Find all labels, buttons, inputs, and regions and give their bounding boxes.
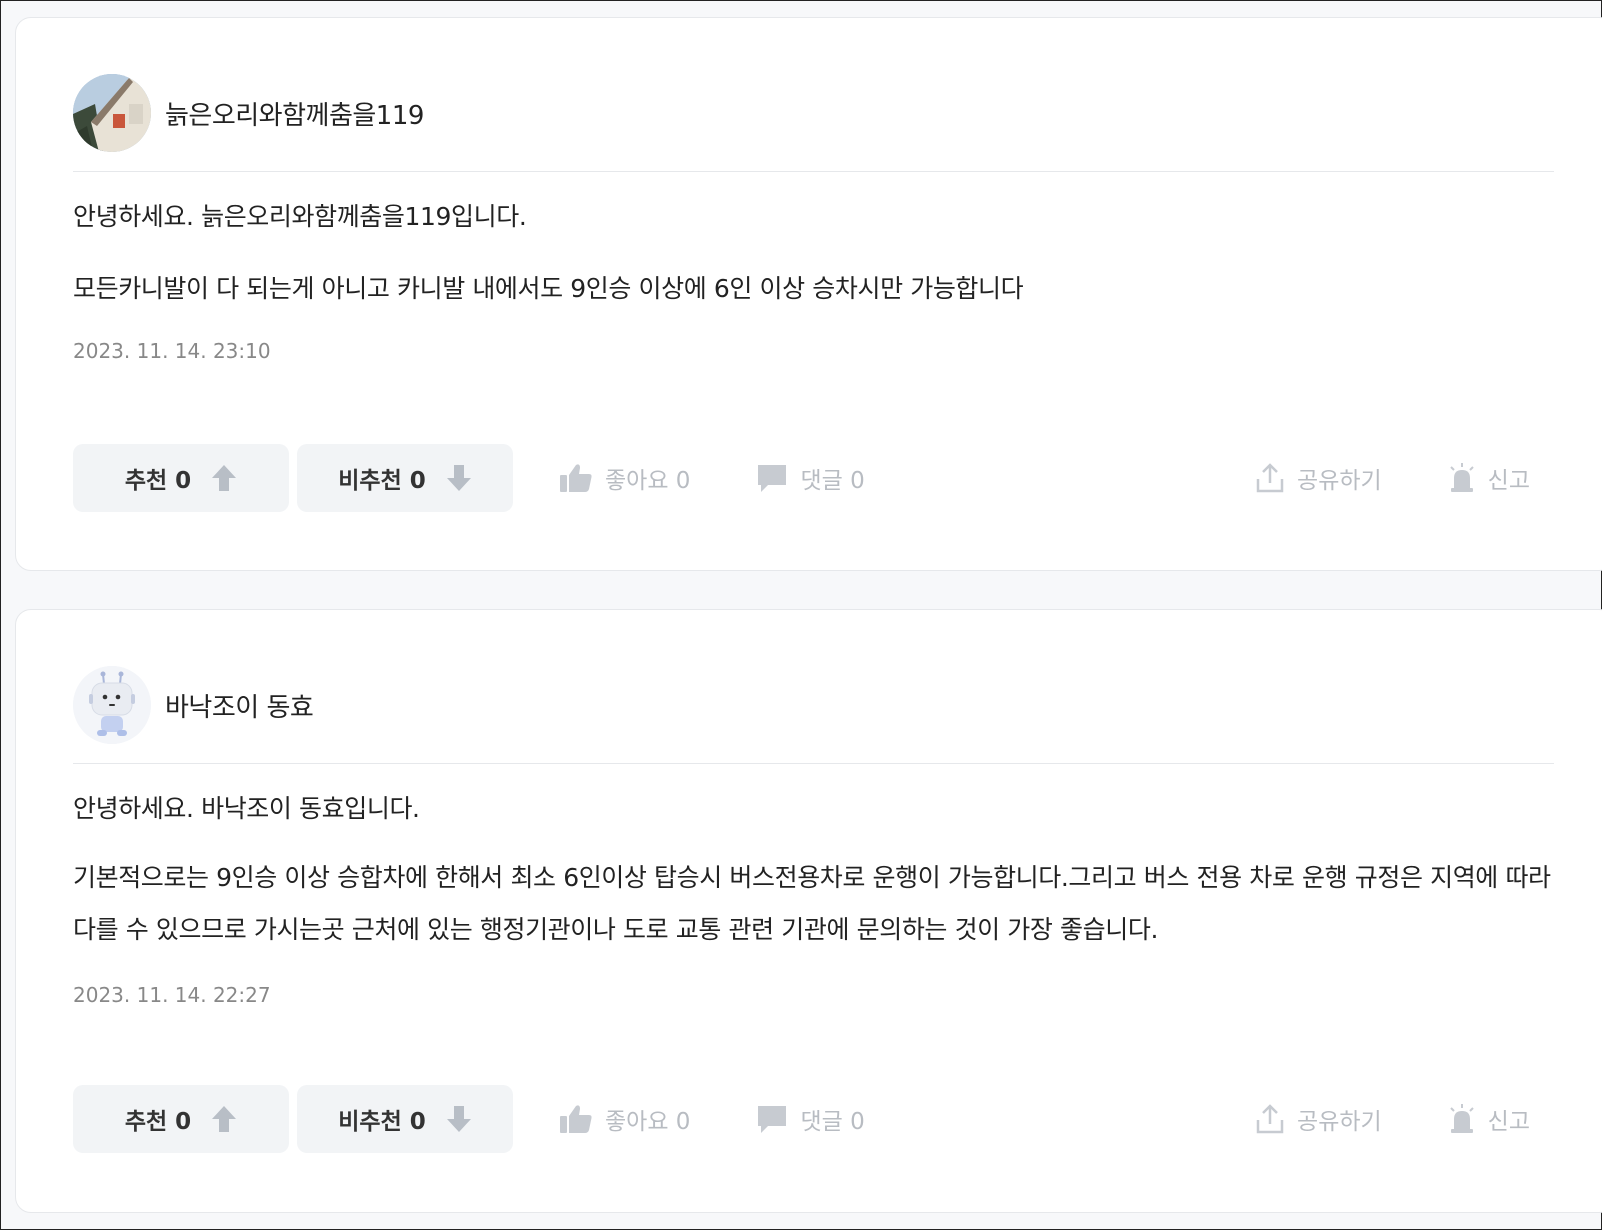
profile-photo-house-icon bbox=[73, 74, 151, 152]
avatar[interactable] bbox=[73, 74, 151, 152]
author-name[interactable]: 바낙조이 동효 bbox=[165, 687, 314, 724]
like-button[interactable]: 좋아요 0 bbox=[559, 1102, 690, 1136]
answer-body: 안녕하세요. 늙은오리와함께춤을119입니다. 모든카니발이 다 되는게 아니고… bbox=[73, 196, 1554, 372]
answer-paragraph: 안녕하세요. 늙은오리와함께춤을119입니다. bbox=[73, 202, 527, 231]
share-label: 공유하기 bbox=[1297, 468, 1382, 494]
report-label: 신고 bbox=[1487, 1109, 1530, 1135]
share-button[interactable]: 공유하기 bbox=[1255, 461, 1382, 495]
not-recommend-label: 비추천 0 bbox=[338, 468, 426, 494]
divider bbox=[73, 171, 1554, 172]
comment-icon bbox=[756, 1104, 788, 1134]
not-recommend-label: 비추천 0 bbox=[338, 1109, 426, 1135]
arrow-down-icon bbox=[446, 464, 472, 492]
author-info[interactable]: 바낙조이 동효 bbox=[73, 666, 314, 744]
share-icon bbox=[1255, 1104, 1285, 1134]
like-label: 좋아요 0 bbox=[605, 1109, 691, 1135]
author-name[interactable]: 늙은오리와함께춤을119 bbox=[165, 95, 424, 132]
comment-label: 댓글 0 bbox=[800, 1109, 865, 1135]
answer-timestamp: 2023. 11. 14. 22:27 bbox=[73, 983, 271, 1007]
share-button[interactable]: 공유하기 bbox=[1255, 1102, 1382, 1136]
report-label: 신고 bbox=[1487, 468, 1530, 494]
answer-paragraph: 기본적으로는 9인승 이상 승합차에 한해서 최소 6인이상 탑승시 버스전용차… bbox=[73, 863, 1551, 944]
thumbs-up-icon bbox=[559, 463, 593, 493]
not-recommend-button[interactable]: 비추천 0 bbox=[297, 1085, 513, 1153]
recommend-button[interactable]: 추천 0 bbox=[73, 1085, 289, 1153]
not-recommend-button[interactable]: 비추천 0 bbox=[297, 444, 513, 512]
comment-label: 댓글 0 bbox=[800, 468, 865, 494]
thumbs-up-icon bbox=[559, 1104, 593, 1134]
comment-icon bbox=[756, 463, 788, 493]
author-info[interactable]: 늙은오리와함께춤을119 bbox=[73, 74, 424, 152]
share-icon bbox=[1255, 463, 1285, 493]
recommend-label: 추천 0 bbox=[124, 468, 192, 494]
page-frame: 늙은오리와함께춤을119 안녕하세요. 늙은오리와함께춤을119입니다. 모든카… bbox=[0, 0, 1602, 1230]
report-button[interactable]: 신고 bbox=[1448, 461, 1530, 495]
avatar[interactable] bbox=[73, 666, 151, 744]
siren-icon bbox=[1448, 463, 1476, 493]
arrow-down-icon bbox=[446, 1105, 472, 1133]
arrow-up-icon bbox=[211, 1105, 237, 1133]
answer-timestamp: 2023. 11. 14. 23:10 bbox=[73, 339, 271, 363]
answer-paragraph: 안녕하세요. 바낙조이 동효입니다. bbox=[73, 794, 420, 823]
arrow-up-icon bbox=[211, 464, 237, 492]
like-button[interactable]: 좋아요 0 bbox=[559, 461, 690, 495]
share-label: 공유하기 bbox=[1297, 1109, 1382, 1135]
like-label: 좋아요 0 bbox=[605, 468, 691, 494]
recommend-label: 추천 0 bbox=[124, 1109, 192, 1135]
answer-card: 늙은오리와함께춤을119 안녕하세요. 늙은오리와함께춤을119입니다. 모든카… bbox=[15, 17, 1602, 571]
answer-paragraph: 모든카니발이 다 되는게 아니고 카니발 내에서도 9인승 이상에 6인 이상 … bbox=[73, 274, 1024, 303]
comment-button[interactable]: 댓글 0 bbox=[756, 461, 865, 495]
divider bbox=[73, 763, 1554, 764]
robot-avatar-icon bbox=[73, 666, 151, 744]
siren-icon bbox=[1448, 1104, 1476, 1134]
comment-button[interactable]: 댓글 0 bbox=[756, 1102, 865, 1136]
recommend-button[interactable]: 추천 0 bbox=[73, 444, 289, 512]
action-bar: 추천 0 비추천 0 좋아요 0 댓글 0 공유하기 신고 bbox=[73, 444, 1554, 512]
action-bar: 추천 0 비추천 0 좋아요 0 댓글 0 공유하기 신고 bbox=[73, 1085, 1554, 1153]
report-button[interactable]: 신고 bbox=[1448, 1102, 1530, 1136]
answer-body: 안녕하세요. 바낙조이 동효입니다. 기본적으로는 9인승 이상 승합차에 한해… bbox=[73, 788, 1554, 1016]
answer-card: 바낙조이 동효 안녕하세요. 바낙조이 동효입니다. 기본적으로는 9인승 이상… bbox=[15, 609, 1602, 1213]
